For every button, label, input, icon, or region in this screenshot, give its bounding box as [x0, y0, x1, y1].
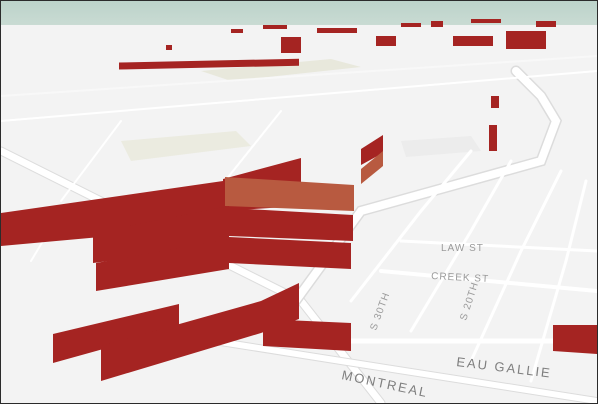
map-viewport[interactable]: EAU GALLIE MONTREAL CREEK ST LAW ST S 30… — [0, 0, 598, 404]
road-label-law-st: LAW ST — [441, 243, 484, 254]
map-canvas[interactable]: EAU GALLIE MONTREAL CREEK ST LAW ST S 30… — [1, 1, 597, 403]
extrusion-block[interactable] — [553, 325, 597, 354]
road-label-street-b: S 20TH — [458, 281, 481, 322]
extrusion-block[interactable] — [229, 208, 353, 241]
extrusion-block[interactable] — [263, 319, 351, 351]
road-label-street-a: S 30TH — [368, 291, 392, 332]
park-area — [121, 131, 251, 161]
extrusion-highlight[interactable] — [225, 177, 354, 211]
distant-extrusions — [119, 19, 556, 151]
